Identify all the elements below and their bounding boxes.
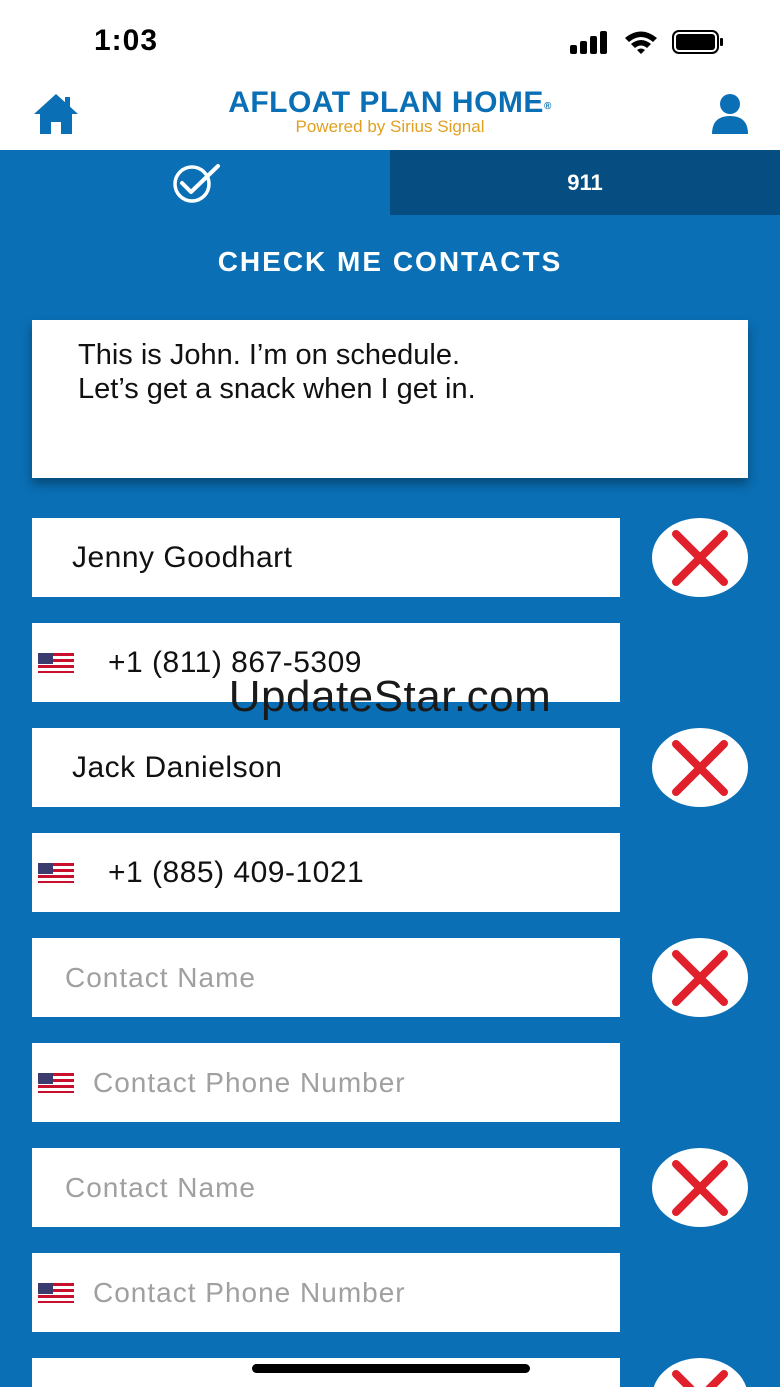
close-icon — [672, 950, 728, 1006]
us-flag-icon — [38, 863, 74, 883]
contact-name-input[interactable]: Jack Danielson — [32, 728, 620, 807]
contact-name-value: Jenny Goodhart — [72, 541, 293, 574]
remove-contact-button[interactable] — [652, 1358, 748, 1387]
contact-phone-value: +1 (885) 409-1021 — [108, 856, 365, 889]
contact-phone-input[interactable]: +1 (885) 409-1021 — [32, 833, 620, 912]
remove-contact-button[interactable] — [652, 728, 748, 807]
us-flag-icon — [38, 1073, 74, 1093]
contact-name-input[interactable]: Contact Name — [32, 938, 620, 1017]
remove-contact-button[interactable] — [652, 1148, 748, 1227]
remove-contact-button[interactable] — [652, 938, 748, 1017]
us-flag-icon — [38, 653, 74, 673]
tab-check-me[interactable] — [0, 150, 390, 215]
registered-mark: ® — [543, 101, 552, 112]
contact-name-placeholder: Contact Name — [65, 962, 256, 993]
wifi-icon — [625, 31, 657, 54]
status-time: 1:03 — [94, 24, 159, 57]
us-flag-icon — [38, 1283, 74, 1303]
contact-name-input[interactable]: Contact Name — [32, 1148, 620, 1227]
battery-icon — [672, 30, 723, 54]
brand-title: AFLOAT PLAN HOME® — [228, 86, 552, 119]
remove-contact-button[interactable] — [652, 518, 748, 597]
brand-logo: AFLOAT PLAN HOME® Powered by Sirius Sign… — [0, 86, 780, 136]
contact-phone-value: +1 (811) 867-5309 — [108, 646, 362, 679]
contact-name-placeholder: Contact Name — [65, 1172, 256, 1203]
contact-phone-input[interactable]: Contact Phone Number — [32, 1253, 620, 1332]
check-circle-icon — [173, 164, 220, 203]
contact-name-value: Jack Danielson — [72, 751, 283, 784]
contact-phone-input[interactable]: Contact Phone Number — [32, 1043, 620, 1122]
section-title: CHECK ME CONTACTS — [217, 246, 563, 277]
close-icon — [672, 1160, 728, 1216]
contact-phone-placeholder: Contact Phone Number — [93, 1067, 406, 1098]
contact-name-input[interactable]: Jenny Goodhart — [32, 518, 620, 597]
contact-phone-placeholder: Contact Phone Number — [93, 1277, 406, 1308]
close-icon — [672, 1370, 728, 1387]
tab-bar: 911 — [0, 150, 780, 215]
contact-phone-input[interactable]: +1 (811) 867-5309 — [32, 623, 620, 702]
status-bar: 1:03 — [0, 0, 780, 80]
tab-911[interactable]: 911 — [390, 150, 780, 215]
cellular-signal-icon — [570, 30, 610, 54]
home-indicator — [252, 1364, 530, 1373]
user-icon[interactable] — [708, 92, 752, 136]
check-in-message-input[interactable]: This is John. I’m on schedule. Let’s get… — [32, 320, 748, 478]
close-icon — [672, 530, 728, 586]
close-icon — [672, 740, 728, 796]
brand-subtitle: Powered by Sirius Signal — [295, 117, 485, 136]
app-header: AFLOAT PLAN HOME® Powered by Sirius Sign… — [0, 80, 780, 150]
